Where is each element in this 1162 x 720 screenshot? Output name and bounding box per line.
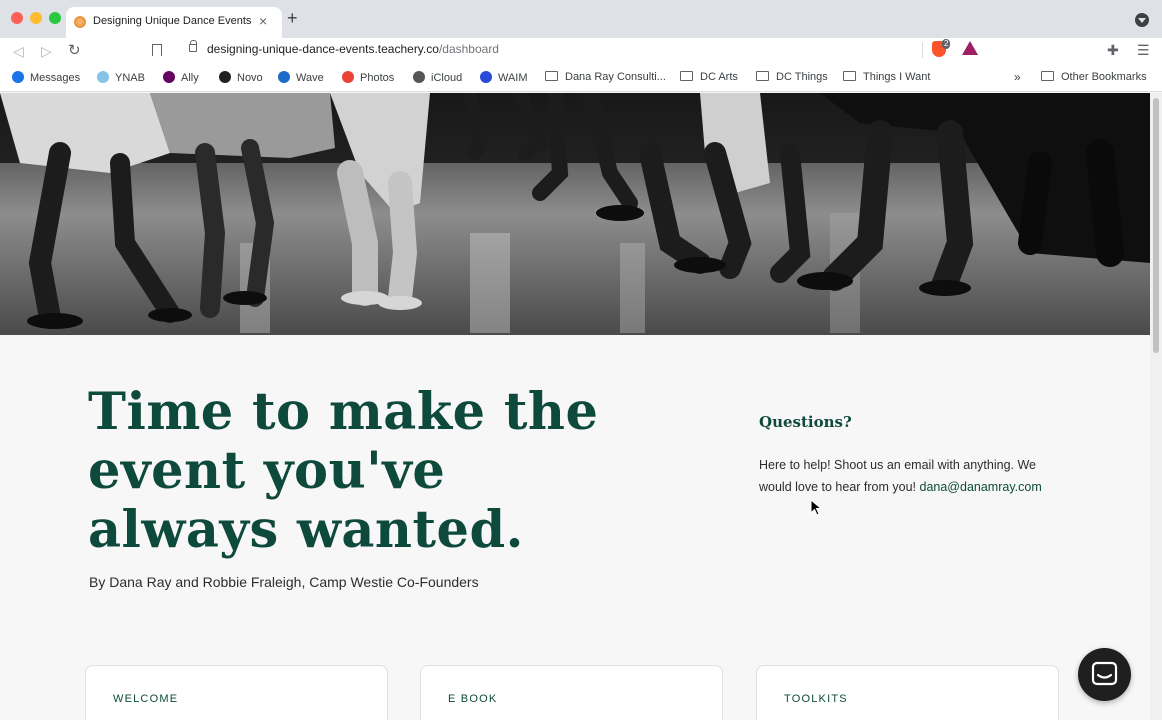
bookmark-dc-things[interactable]: DC Things	[756, 71, 828, 83]
page-headline: Time to make the event you've always wan…	[88, 382, 599, 560]
tab-search-icon[interactable]	[1135, 13, 1149, 27]
card-label: TOOLKITS	[784, 693, 848, 705]
bookmark-label: Ally	[181, 72, 199, 84]
wave-icon	[278, 71, 290, 83]
ynab-icon	[97, 71, 109, 83]
bookmark-label: DC Things	[776, 71, 828, 83]
extensions-puzzle-icon[interactable]: ✚	[1107, 42, 1119, 59]
messages-icon	[12, 71, 24, 83]
tab-strip: Designing Unique Dance Events × +	[0, 0, 1162, 38]
apple-icon	[413, 71, 425, 83]
close-window-button[interactable]	[11, 12, 23, 24]
bookmark-label: DC Arts	[700, 71, 738, 83]
author-byline: By Dana Ray and Robbie Fraleigh, Camp We…	[89, 574, 479, 590]
bookmark-label: Novo	[237, 72, 263, 84]
ebook-card[interactable]: E BOOK	[420, 665, 723, 720]
bookmark-icon[interactable]	[152, 44, 162, 56]
new-tab-button[interactable]: +	[287, 8, 298, 28]
active-tab[interactable]: Designing Unique Dance Events ×	[66, 7, 282, 38]
bookmark-label: Things I Want	[863, 71, 931, 83]
address-bar-divider	[922, 42, 923, 58]
reload-icon[interactable]: ↻	[68, 41, 81, 61]
waim-icon	[480, 71, 492, 83]
bookmark-wave[interactable]: Wave	[278, 71, 324, 84]
minimize-window-button[interactable]	[30, 12, 42, 24]
url-text[interactable]: designing-unique-dance-events.teachery.c…	[207, 42, 499, 56]
lock-icon[interactable]	[189, 40, 197, 52]
bookmarks-bar: » Other Bookmarks Messages YNAB Ally Novo Wa…	[0, 64, 1162, 92]
bookmark-label: Dana Ray Consulti...	[565, 71, 666, 83]
card-label: WELCOME	[113, 693, 179, 705]
scrollbar-thumb[interactable]	[1153, 98, 1159, 353]
brave-rewards-icon[interactable]	[962, 41, 978, 55]
bookmark-label: iCloud	[431, 72, 463, 84]
bookmark-things-i-want[interactable]: Things I Want	[843, 71, 930, 83]
site-favicon-icon	[74, 16, 86, 28]
browser-toolbar: ◁ ▷ ↻ designing-unique-dance-events.teac…	[0, 38, 1162, 64]
back-arrow-icon[interactable]: ◁	[13, 41, 24, 61]
card-label: E BOOK	[448, 693, 498, 705]
folder-icon	[756, 71, 769, 81]
shields-count-badge: 2	[942, 39, 951, 49]
contact-email-link[interactable]: dana@danamray.com	[920, 480, 1042, 494]
bookmark-label: Messages	[30, 72, 81, 84]
welcome-card[interactable]: WELCOME	[85, 665, 388, 720]
hero-dance-photo	[0, 93, 1150, 335]
more-bookmarks-chevron-icon[interactable]: »	[1014, 70, 1021, 84]
bookmark-ally[interactable]: Ally	[163, 71, 199, 84]
page-content: Time to make the event you've always wan…	[0, 93, 1150, 720]
folder-icon	[1041, 71, 1054, 81]
bookmark-messages[interactable]: Messages	[12, 71, 80, 84]
bookmark-icloud[interactable]: iCloud	[413, 71, 462, 84]
chat-launcher-button[interactable]	[1078, 648, 1131, 701]
bookmark-ynab[interactable]: YNAB	[97, 71, 145, 84]
folder-icon	[545, 71, 558, 81]
bookmark-waim[interactable]: WAIM	[480, 71, 528, 84]
browser-menu-icon[interactable]: ☰	[1137, 42, 1150, 59]
maximize-window-button[interactable]	[49, 12, 61, 24]
photos-icon	[342, 71, 354, 83]
page-scrollbar[interactable]	[1150, 93, 1162, 720]
bookmark-label: WAIM	[498, 72, 528, 84]
questions-text: Here to help! Shoot us an email with any…	[759, 458, 1042, 494]
mouse-cursor-icon	[810, 499, 822, 516]
chat-icon	[1091, 661, 1118, 686]
address-bar[interactable]: designing-unique-dance-events.teachery.c…	[178, 38, 984, 62]
questions-heading: Questions?	[759, 413, 852, 431]
other-bookmarks-folder[interactable]: Other Bookmarks	[1041, 71, 1147, 83]
bookmark-photos[interactable]: Photos	[342, 71, 394, 84]
ally-icon	[163, 71, 175, 83]
bookmark-dc-arts[interactable]: DC Arts	[680, 71, 738, 83]
tab-title: Designing Unique Dance Events	[93, 15, 252, 27]
toolkits-card[interactable]: TOOLKITS	[756, 665, 1059, 720]
bookmark-novo[interactable]: Novo	[219, 71, 263, 84]
bookmark-label: Wave	[296, 72, 324, 84]
novo-icon	[219, 71, 231, 83]
bookmark-label: YNAB	[115, 72, 145, 84]
close-tab-icon[interactable]: ×	[259, 13, 267, 29]
bookmark-label: Photos	[360, 72, 395, 84]
bookmark-dana-ray-consulti[interactable]: Dana Ray Consulti...	[545, 71, 666, 83]
folder-icon	[843, 71, 856, 81]
folder-icon	[680, 71, 693, 81]
forward-arrow-icon[interactable]: ▷	[41, 41, 52, 61]
